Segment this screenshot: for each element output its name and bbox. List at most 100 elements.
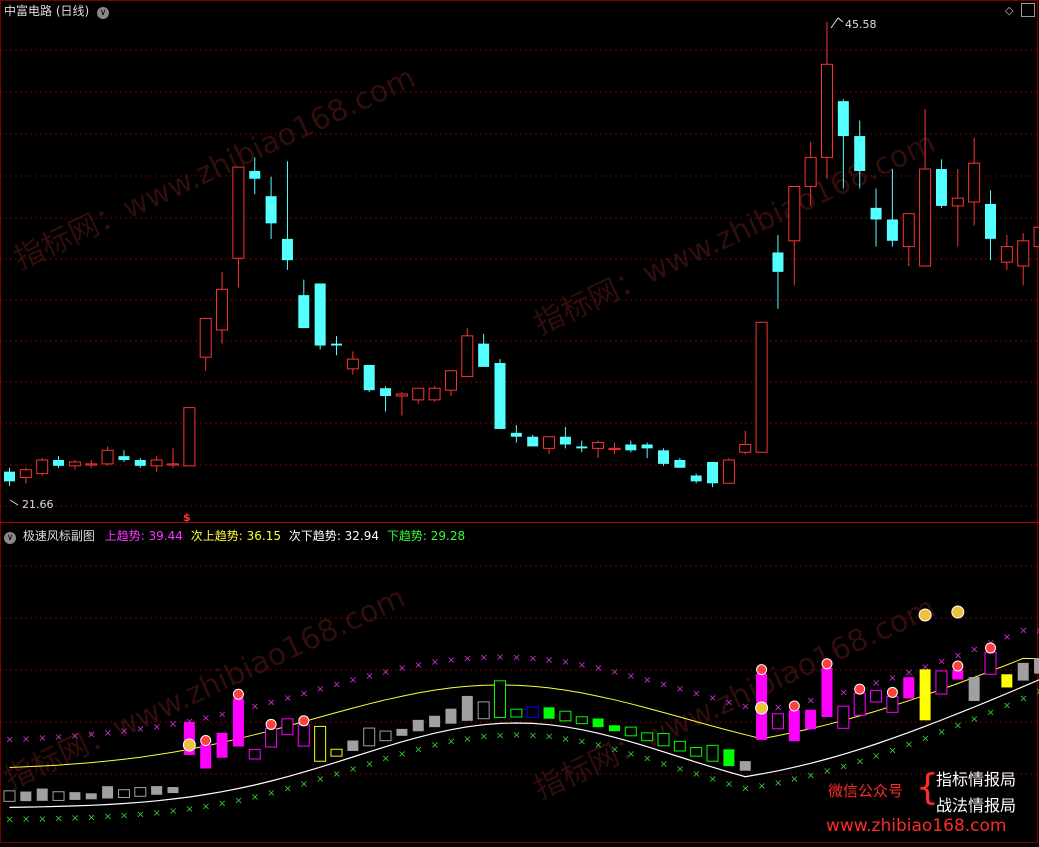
candle-body [642,444,653,448]
down-trend-cross: × [807,770,815,781]
candle [445,371,456,396]
indicator-bar [969,677,980,701]
indicator-bar-body [495,681,506,718]
indicator-bar-body [642,733,653,741]
indicator-bar-body [723,749,734,766]
candle [789,186,800,285]
candle-body [723,460,734,483]
indicator-bar-body [658,733,669,745]
up-trend-cross: × [741,702,749,713]
maximize-icon[interactable] [1021,3,1035,17]
chevron-down-icon[interactable]: ∨ [97,7,109,19]
low-price-marker: 21.66 [22,498,54,511]
indicator-bar [805,710,816,730]
candle-body [756,322,767,452]
up-trend-cross: × [807,696,815,707]
down-trend-cross: × [71,813,79,824]
down-trend-cross: × [954,721,962,732]
brand-name-2: 战法情报局 [936,792,1016,816]
candle-body [576,446,587,448]
down-trend-cross: × [937,727,945,738]
down-trend-cross: × [529,730,537,741]
indicator-bar-body [86,793,97,799]
chart-canvas[interactable]: 指标网：www.zhibiao168.com指标网：www.zhibiao168… [0,0,1039,843]
candle [625,441,636,453]
indicator-bar [723,749,734,766]
up-trend-cross: × [202,713,210,724]
candle-body [151,460,162,466]
candle [642,443,653,459]
candle-body [609,448,620,449]
indicator-bar [1018,663,1029,681]
candle [298,280,309,328]
candle-body [985,204,996,239]
up-trend-cross: × [365,671,373,682]
down-trend-cross: × [251,792,259,803]
up-trend-cross: × [578,660,586,671]
up-trend-cross: × [676,684,684,695]
candle-body [805,157,816,186]
indicator-bar-body [625,727,636,736]
down-trend-cross: × [267,788,275,799]
indicator-bar-body [1018,663,1029,681]
up-trend-cross: × [38,733,46,744]
down-trend-cross: × [594,740,602,751]
up-trend-cross: × [414,660,422,671]
candle-body [1034,227,1039,246]
chevron-down-icon[interactable]: ∨ [4,532,16,544]
candle [347,351,358,374]
candle [723,458,734,483]
candle-body [364,365,375,390]
candle-body [380,388,391,396]
indicator-bar-body [4,791,15,802]
candle [478,334,489,367]
up-trend-cross: × [382,667,390,678]
up-trend-cross: × [349,675,357,686]
candle-body [625,444,636,450]
indicator-bar-body [53,792,64,801]
candle-body [445,371,456,390]
down-trend-cross: × [463,734,471,745]
indicator-bar [822,659,833,717]
down-trend-cross: × [790,774,798,785]
footer-url: www.zhibiao168.com [826,816,1006,836]
signal-ball-icon [953,661,963,671]
candle-body [527,437,538,447]
down-trend-cross: × [610,744,618,755]
down-trend-cross: × [104,811,112,822]
up-trend-cross: × [627,671,635,682]
candle-body [838,101,849,136]
indicator-bar-body [249,749,260,759]
candle-body [658,450,669,464]
candle [396,392,407,415]
candle-body [233,167,244,258]
candle-body [887,219,898,240]
indicator-bar [985,643,996,674]
indicator-bar-body [102,786,113,798]
diamond-icon[interactable]: ◇ [1005,4,1013,17]
candle [674,458,685,468]
indicator-bar [495,681,506,718]
down-trend-cross: × [431,740,439,751]
indicator-bar [298,716,309,746]
up-trend-cross: × [643,675,651,686]
brand-name-1: 指标情报局 [936,766,1016,790]
candle-body [903,214,914,247]
candle-body [200,318,211,357]
candle-body [69,462,80,466]
indicator-bar-body [118,790,129,798]
indicator-bar [249,749,260,759]
indicator-bar-body [544,707,555,718]
indicator-bar [429,716,440,727]
candle-body [707,462,718,483]
indicator-bar-body [429,716,440,727]
down-trend-cross: × [136,809,144,820]
signal-ball-icon [201,736,211,746]
down-trend-cross: × [382,754,390,765]
candle [952,169,963,247]
candle-body [593,443,604,449]
indicator-bar [380,731,391,741]
candle [969,138,980,225]
up-trend-cross: × [87,730,95,741]
candle [707,462,718,487]
